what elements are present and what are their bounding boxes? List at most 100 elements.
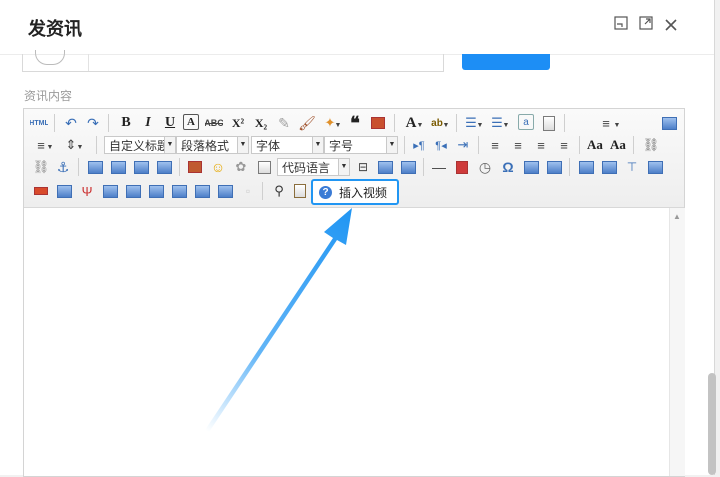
redo-icon[interactable]: ↷	[84, 114, 102, 132]
custom-title-value: 自定义标题	[109, 139, 170, 153]
indent-icon[interactable]: ⇥	[454, 136, 472, 154]
help-circle-icon: ?	[319, 185, 332, 199]
chart-icon[interactable]: ▫	[239, 182, 257, 200]
delete-col-icon[interactable]: Ψ	[78, 182, 96, 200]
link-icon[interactable]: ⛓	[642, 136, 660, 154]
dropdown-arrow-icon[interactable]: ▼	[334, 116, 342, 134]
align-left-icon[interactable]: ≡	[486, 136, 504, 154]
align-center-icon[interactable]: ≡	[509, 136, 527, 154]
strikethrough-icon[interactable]: ABC	[205, 114, 223, 132]
merge-right-icon[interactable]	[124, 182, 142, 200]
insert-col-icon[interactable]	[55, 182, 73, 200]
clear-doc-icon[interactable]	[540, 114, 558, 132]
font-family-select[interactable]: 字体 ▼	[251, 136, 324, 154]
horizontal-rule-icon[interactable]: —	[430, 158, 448, 176]
dropdown-arrow-icon[interactable]: ▼	[416, 116, 424, 134]
italic-icon[interactable]: I	[139, 114, 157, 132]
minimize-icon[interactable]	[610, 15, 632, 37]
split-cols-icon[interactable]	[216, 182, 234, 200]
toolbar-divider	[569, 158, 570, 176]
toolbar-divider	[96, 136, 97, 154]
chevron-down-icon: ▼	[164, 137, 175, 153]
image-left-icon[interactable]	[109, 158, 127, 176]
underline-icon[interactable]: U	[161, 114, 179, 132]
insert-paragraph-before-table-icon[interactable]: ⊤	[623, 158, 641, 176]
dropdown-arrow-icon[interactable]: ▼	[476, 116, 484, 134]
insert-frame-icon[interactable]	[255, 158, 273, 176]
editor-content-area[interactable]	[24, 208, 669, 476]
code-language-select[interactable]: 代码语言 ▼	[277, 158, 350, 176]
case-upper-icon[interactable]: Aa	[586, 136, 604, 154]
select-all-icon[interactable]: a	[518, 114, 534, 130]
background-icon[interactable]	[399, 158, 417, 176]
template-icon[interactable]	[376, 158, 394, 176]
merge-cells-icon[interactable]	[101, 182, 119, 200]
unlink-icon[interactable]: ⛓	[32, 158, 50, 176]
previous-button[interactable]	[462, 54, 550, 70]
avatar-icon	[35, 50, 65, 65]
dropdown-arrow-icon[interactable]: ▼	[442, 116, 450, 134]
font-family-value: 字体	[256, 139, 281, 153]
scroll-up-icon[interactable]: ▲	[673, 212, 681, 221]
previous-field[interactable]	[22, 50, 444, 72]
maximize-icon[interactable]	[635, 15, 657, 37]
insert-image-icon[interactable]	[186, 158, 204, 176]
toolbar-divider	[108, 114, 109, 132]
paragraph-format-select[interactable]: 段落格式 ▼	[176, 136, 249, 154]
undo-icon[interactable]: ↶	[62, 114, 80, 132]
fullscreen-icon[interactable]	[660, 114, 678, 132]
insert-video-tooltip[interactable]: ? 插入视频	[311, 179, 399, 205]
insert-date-icon[interactable]	[453, 158, 471, 176]
blockquote-icon[interactable]: ❝	[346, 114, 364, 132]
dropdown-arrow-icon[interactable]: ▼	[76, 138, 84, 156]
toolbar-divider	[404, 136, 405, 154]
dropdown-arrow-icon[interactable]: ▼	[502, 116, 510, 134]
html-source-icon[interactable]: HTML	[30, 114, 48, 132]
image-right-icon[interactable]	[132, 158, 150, 176]
toolbar-divider	[633, 136, 634, 154]
font-border-icon[interactable]: A	[183, 114, 199, 130]
special-chars-icon[interactable]: Ω	[499, 158, 517, 176]
chevron-down-icon: ▼	[386, 137, 397, 153]
split-cells-icon[interactable]	[170, 182, 188, 200]
toolbar-divider	[579, 136, 580, 154]
insert-row-icon[interactable]	[646, 158, 664, 176]
image-center-icon[interactable]	[155, 158, 173, 176]
font-size-select[interactable]: 字号 ▼	[324, 136, 398, 154]
tooltip-label: 插入视频	[339, 185, 388, 200]
case-lower-icon[interactable]: Aa	[609, 136, 627, 154]
align-justify-icon[interactable]: ≡	[555, 136, 573, 154]
page-break-icon[interactable]: ⊟	[354, 158, 372, 176]
dropdown-arrow-icon[interactable]: ▼	[46, 138, 54, 156]
insert-map-icon[interactable]	[522, 158, 540, 176]
paste-plain-icon[interactable]	[369, 114, 387, 132]
ltr-icon[interactable]: ▸¶	[410, 136, 428, 154]
scrawl-icon[interactable]: ✿	[232, 158, 250, 176]
align-right-icon[interactable]: ≡	[532, 136, 550, 154]
insert-time-icon[interactable]: ◷	[476, 158, 494, 176]
superscript-icon[interactable]: X²	[229, 114, 247, 132]
merge-down-icon[interactable]	[147, 182, 165, 200]
dropdown-arrow-icon[interactable]: ▼	[613, 116, 621, 134]
close-icon[interactable]	[660, 15, 682, 37]
image-none-icon[interactable]	[86, 158, 104, 176]
eraser-icon[interactable]: ✎	[275, 114, 293, 132]
word-image-icon[interactable]	[545, 158, 563, 176]
search-replace-icon[interactable]: ⚲	[270, 182, 288, 200]
print-preview-icon[interactable]	[291, 182, 309, 200]
toolbar-divider	[456, 114, 457, 132]
dialog-header: 发资讯	[0, 0, 714, 55]
subscript-icon[interactable]: X₂	[252, 114, 270, 132]
rtl-icon[interactable]: ¶◂	[432, 136, 450, 154]
format-brush-icon[interactable]: 🖌	[298, 114, 316, 132]
anchor-icon[interactable]: ⚓	[54, 158, 72, 176]
page-scrollbar[interactable]	[708, 373, 716, 475]
editor-scrollbar[interactable]: ▲	[669, 208, 685, 476]
emotion-icon[interactable]: ☺	[209, 158, 227, 176]
split-rows-icon[interactable]	[193, 182, 211, 200]
delete-table-icon[interactable]	[600, 158, 618, 176]
custom-title-select[interactable]: 自定义标题 ▼	[104, 136, 176, 154]
insert-table-icon[interactable]	[577, 158, 595, 176]
delete-row-icon[interactable]	[32, 182, 50, 200]
bold-icon[interactable]: B	[117, 114, 135, 132]
